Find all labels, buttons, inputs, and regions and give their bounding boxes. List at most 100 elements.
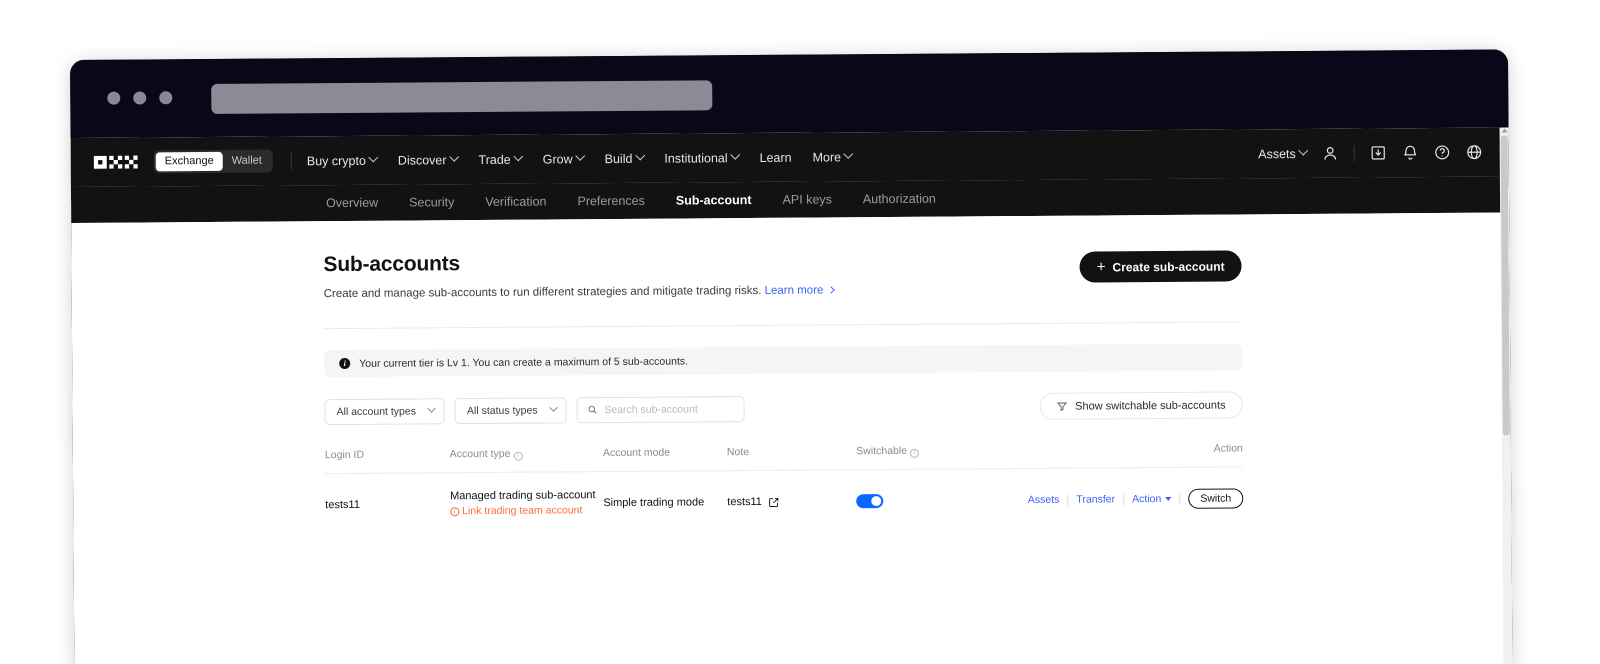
tab-api-keys[interactable]: API keys bbox=[783, 192, 832, 206]
menu-label: Trade bbox=[478, 152, 510, 166]
filter-icon bbox=[1056, 401, 1067, 412]
note-value: tests11 bbox=[727, 496, 762, 508]
address-bar[interactable] bbox=[211, 80, 712, 114]
web-page: Exchange Wallet Buy crypto Discover Trad… bbox=[71, 127, 1513, 664]
screenshot-stage: Exchange Wallet Buy crypto Discover Trad… bbox=[0, 0, 1600, 664]
info-icon[interactable]: i bbox=[513, 452, 522, 461]
scroll-up-arrow-icon[interactable] bbox=[1502, 128, 1508, 132]
show-switchable-sub-accounts-button[interactable]: Show switchable sub-accounts bbox=[1039, 391, 1243, 419]
chevron-down-icon bbox=[549, 403, 557, 411]
column-account-type-label: Account type bbox=[450, 448, 511, 460]
search-input[interactable] bbox=[604, 403, 733, 416]
search-icon bbox=[588, 404, 598, 415]
header-right-divider bbox=[1354, 145, 1355, 161]
chevron-down-icon bbox=[428, 404, 436, 412]
download-icon[interactable] bbox=[1370, 144, 1387, 161]
cell-action: Assets Transfer Action Switch bbox=[1028, 467, 1244, 515]
menu-item-buy-crypto[interactable]: Buy crypto bbox=[307, 153, 377, 168]
show-switchable-label: Show switchable sub-accounts bbox=[1075, 399, 1226, 412]
table-row: tests11 Managed trading sub-account i Li… bbox=[325, 467, 1243, 520]
link-trading-team-account-link[interactable]: i Link trading team account bbox=[450, 503, 582, 519]
info-icon: i bbox=[339, 358, 350, 369]
transfer-link[interactable]: Transfer bbox=[1076, 493, 1115, 505]
switch-button[interactable]: Switch bbox=[1188, 488, 1243, 508]
help-icon[interactable] bbox=[1434, 144, 1451, 161]
maximize-window-dot[interactable] bbox=[159, 91, 172, 104]
globe-icon[interactable] bbox=[1466, 144, 1483, 161]
section-divider bbox=[324, 321, 1242, 329]
menu-item-trade[interactable]: Trade bbox=[478, 152, 521, 166]
okx-logo-icon[interactable] bbox=[94, 156, 138, 169]
action-divider bbox=[1179, 493, 1180, 504]
header-divider bbox=[291, 152, 292, 169]
segment-exchange[interactable]: Exchange bbox=[156, 152, 223, 171]
menu-item-more[interactable]: More bbox=[813, 150, 853, 164]
menu-item-institutional[interactable]: Institutional bbox=[664, 151, 738, 166]
browser-window: Exchange Wallet Buy crypto Discover Trad… bbox=[70, 49, 1513, 664]
segment-wallet[interactable]: Wallet bbox=[223, 152, 271, 171]
menu-item-assets[interactable]: Assets bbox=[1258, 146, 1307, 160]
action-divider bbox=[1067, 494, 1068, 505]
chevron-down-icon bbox=[730, 150, 740, 160]
tab-security[interactable]: Security bbox=[409, 195, 454, 209]
menu-label: Discover bbox=[398, 153, 447, 167]
chevron-down-icon bbox=[575, 151, 585, 161]
chevron-down-icon bbox=[1298, 146, 1308, 156]
tab-preferences[interactable]: Preferences bbox=[577, 194, 645, 208]
assets-link[interactable]: Assets bbox=[1028, 494, 1060, 506]
window-controls[interactable] bbox=[107, 91, 172, 104]
minimize-window-dot[interactable] bbox=[133, 91, 146, 104]
action-dropdown[interactable]: Action bbox=[1132, 493, 1161, 505]
menu-label: Learn bbox=[760, 150, 792, 164]
menu-label: Build bbox=[605, 151, 633, 165]
column-switchable-label: Switchable bbox=[856, 445, 907, 457]
caret-down-icon bbox=[1165, 497, 1171, 501]
account-type-filter-value: All account types bbox=[337, 405, 416, 418]
menu-item-learn[interactable]: Learn bbox=[760, 150, 792, 164]
menu-item-build[interactable]: Build bbox=[605, 151, 644, 165]
cell-account-mode: Simple trading mode bbox=[603, 471, 727, 518]
tab-overview[interactable]: Overview bbox=[326, 196, 378, 210]
cell-login-id: tests11 bbox=[325, 473, 450, 520]
learn-more-link[interactable]: Learn more bbox=[765, 284, 834, 297]
menu-item-discover[interactable]: Discover bbox=[398, 153, 458, 167]
menu-label: Institutional bbox=[664, 151, 727, 165]
exchange-wallet-switcher[interactable]: Exchange Wallet bbox=[154, 150, 273, 174]
info-icon: i bbox=[450, 507, 459, 516]
status-type-filter[interactable]: All status types bbox=[455, 397, 567, 424]
tab-authorization[interactable]: Authorization bbox=[863, 192, 936, 207]
column-switchable: Switchablei bbox=[856, 444, 1027, 470]
tab-sub-account[interactable]: Sub-account bbox=[676, 193, 752, 208]
menu-item-grow[interactable]: Grow bbox=[543, 152, 584, 166]
info-icon[interactable]: i bbox=[910, 449, 919, 458]
create-sub-account-button[interactable]: + Create sub-account bbox=[1080, 250, 1242, 282]
edit-icon[interactable] bbox=[768, 496, 779, 507]
sub-accounts-table: Login ID Account typei Account mode Note… bbox=[325, 442, 1243, 520]
bell-icon[interactable] bbox=[1402, 144, 1419, 161]
search-sub-account-box[interactable] bbox=[576, 396, 744, 423]
scrollbar-thumb[interactable] bbox=[1501, 135, 1510, 435]
create-sub-account-label: Create sub-account bbox=[1112, 259, 1224, 274]
close-window-dot[interactable] bbox=[107, 92, 120, 105]
tab-verification[interactable]: Verification bbox=[485, 195, 546, 209]
menu-label: Grow bbox=[543, 152, 573, 166]
column-account-mode: Account mode bbox=[603, 446, 727, 471]
tier-info-banner: i Your current tier is Lv 1. You can cre… bbox=[324, 343, 1242, 377]
subtitle-text: Create and manage sub-accounts to run di… bbox=[324, 285, 762, 300]
learn-more-label: Learn more bbox=[765, 284, 824, 296]
chevron-down-icon bbox=[368, 153, 378, 163]
header-right-actions: Assets bbox=[1258, 144, 1483, 163]
page-subtitle: Create and manage sub-accounts to run di… bbox=[324, 283, 834, 302]
account-type-filter[interactable]: All account types bbox=[324, 398, 445, 425]
chevron-down-icon bbox=[635, 151, 645, 161]
chevron-down-icon bbox=[449, 152, 459, 162]
browser-titlebar bbox=[70, 49, 1509, 138]
user-icon[interactable] bbox=[1322, 145, 1339, 162]
cell-note: tests11 bbox=[727, 470, 857, 517]
page-heading-row: Sub-accounts Create and manage sub-accou… bbox=[323, 245, 1241, 302]
chevron-down-icon bbox=[844, 149, 854, 159]
cell-account-type: Managed trading sub-account i Link tradi… bbox=[450, 472, 604, 520]
switchable-toggle[interactable] bbox=[857, 494, 884, 508]
page-content: Sub-accounts Create and manage sub-accou… bbox=[71, 212, 1512, 664]
link-trading-team-account-label: Link trading team account bbox=[462, 503, 582, 519]
